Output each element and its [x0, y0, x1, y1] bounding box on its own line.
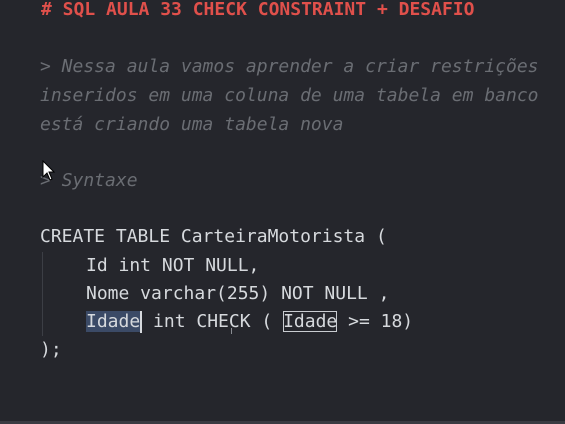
code-fragment: int CHECK ( — [142, 311, 284, 332]
markdown-heading: # SQL AULA 33 CHECK CONSTRAINT + DESAFIO — [41, 0, 475, 20]
code-editor[interactable]: # SQL AULA 33 CHECK CONSTRAINT + DESAFIO… — [0, 0, 565, 424]
match-highlight: Idade — [283, 311, 338, 332]
comment-line-3: está criando uma tabela nova — [40, 114, 344, 135]
comment-line-2: inseridos em uma coluna de uma tabela em… — [40, 85, 539, 106]
mouse-pointer-icon — [42, 160, 56, 181]
code-line-close: ); — [40, 339, 62, 360]
code-line-create-table: CREATE TABLE CarteiraMotorista ( — [40, 226, 387, 247]
comment-line-1: > Nessa aula vamos aprender a criar rest… — [40, 56, 539, 77]
code-line-id: Id int NOT NULL, — [86, 255, 260, 276]
selected-text: Idade — [86, 311, 141, 332]
code-line-idade: Idade int CHECK ( Idade >= 18) — [86, 311, 413, 333]
code-fragment-end: >= 18) — [337, 311, 414, 332]
indent-guide — [42, 252, 43, 336]
code-line-nome: Nome varchar(255) NOT NULL , — [86, 283, 390, 304]
ibeam-cursor-icon — [231, 328, 232, 334]
